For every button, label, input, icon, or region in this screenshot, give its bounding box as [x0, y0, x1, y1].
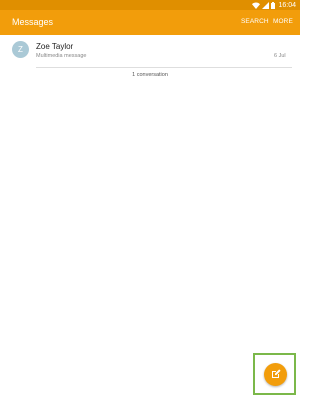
compose-button[interactable]	[264, 363, 287, 386]
divider	[36, 67, 292, 68]
search-button[interactable]: SEARCH	[241, 18, 269, 25]
status-bar: 16:04	[0, 0, 300, 10]
status-time: 16:04	[278, 1, 296, 9]
more-button[interactable]: MORE	[273, 18, 293, 25]
app-bar: Messages SEARCH MORE	[0, 10, 300, 35]
signal-icon	[262, 0, 270, 10]
page-title: Messages	[12, 17, 54, 27]
message-preview: Multimedia message	[36, 53, 87, 59]
battery-icon	[271, 0, 276, 10]
compose-icon	[271, 366, 281, 384]
conversation-item[interactable]: Z Zoe Taylor Multimedia message 6 Jul	[0, 35, 300, 69]
avatar: Z	[12, 41, 29, 58]
message-date: 6 Jul	[274, 53, 286, 59]
wifi-icon	[252, 0, 261, 10]
contact-name: Zoe Taylor	[36, 42, 74, 51]
conversation-count: 1 conversation	[132, 72, 168, 78]
